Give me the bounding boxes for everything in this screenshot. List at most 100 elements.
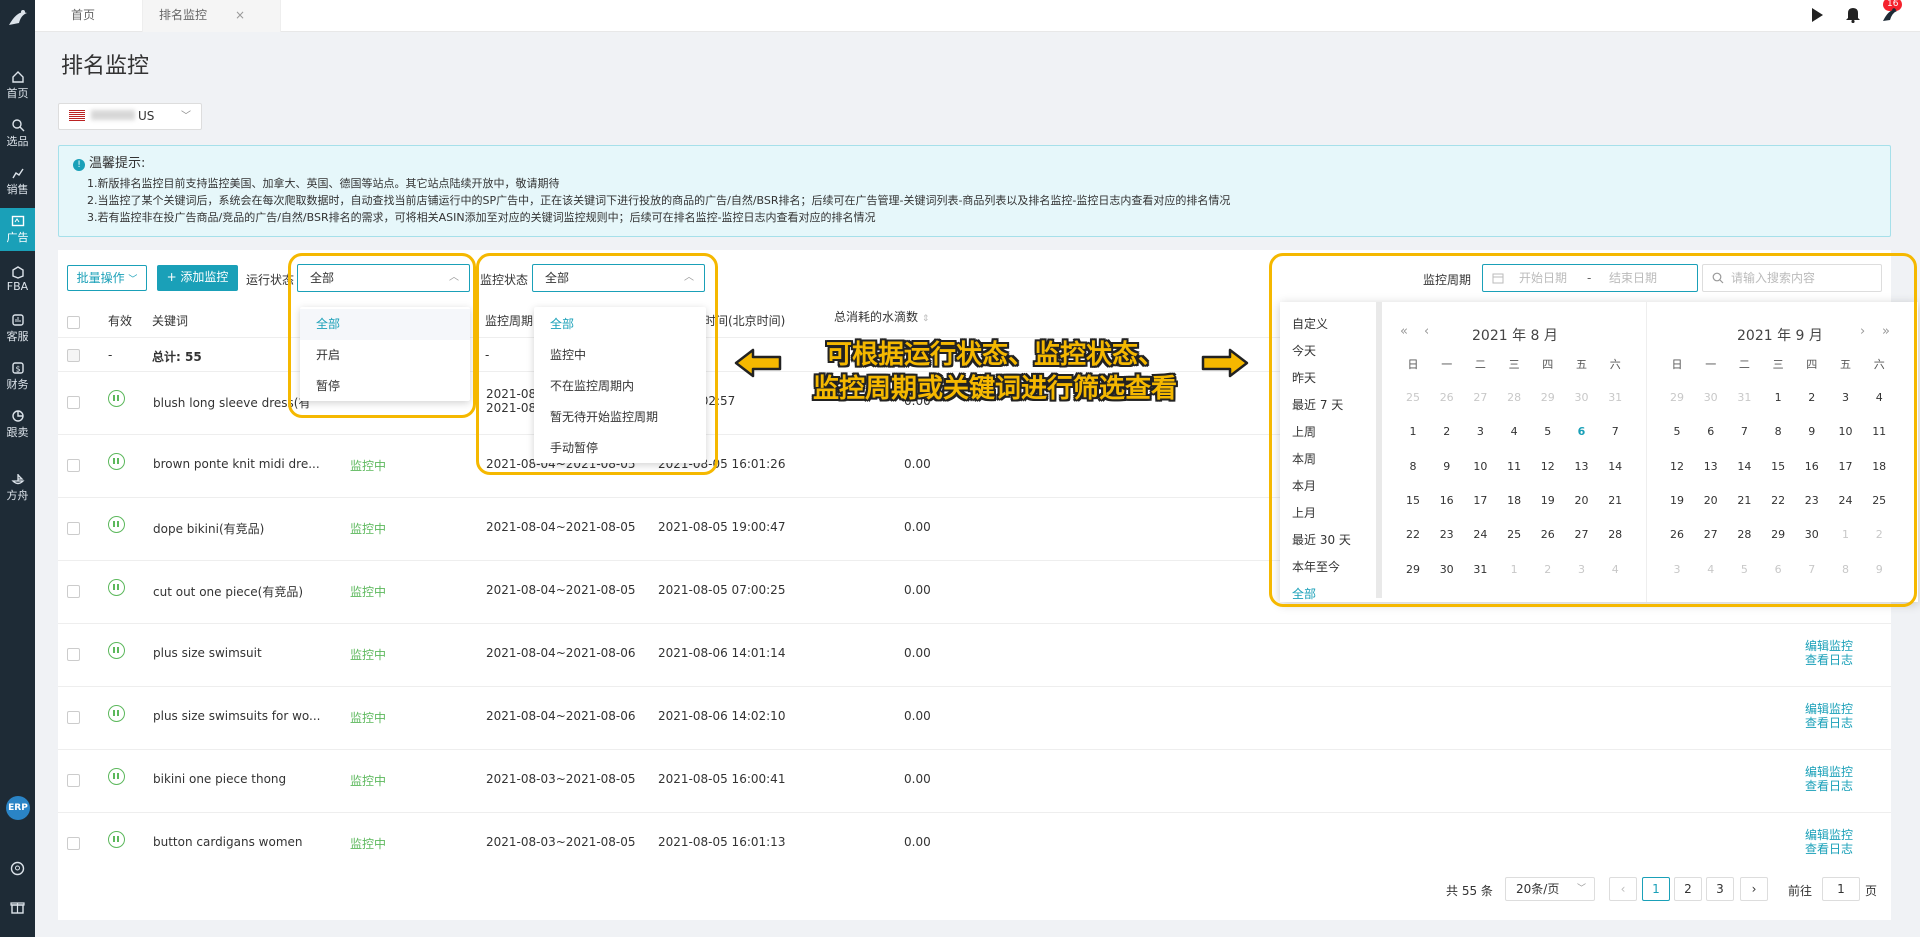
period-cell: 2021-08-04~2021-08-05: [486, 520, 636, 534]
page-button[interactable]: 2: [1674, 877, 1702, 901]
view-log-link[interactable]: 查看日志: [1805, 842, 1853, 856]
table-row: bikini one piece thong 监控中 2021-08-03~2021…: [58, 749, 1891, 812]
arrow-right-icon: [1201, 348, 1249, 378]
sidebar-item-service[interactable]: 客服: [0, 313, 35, 344]
cost-cell: 0.00: [904, 520, 931, 534]
keyword-cell[interactable]: blush long sleeve dress(有: [153, 394, 310, 411]
pause-icon[interactable]: [108, 831, 125, 848]
time-cell: 2021-08-05 16:00:41: [658, 772, 786, 786]
ark-icon: [10, 474, 25, 485]
page-title: 排名监控: [61, 54, 150, 79]
row-checkbox[interactable]: [67, 459, 80, 472]
row-checkbox: [67, 349, 80, 362]
row-checkbox[interactable]: [67, 837, 80, 850]
select-all-checkbox[interactable]: [67, 316, 80, 329]
sidebar-item-selection[interactable]: 选品: [0, 118, 35, 149]
highlight-period-search: [1269, 253, 1917, 607]
pause-icon[interactable]: [108, 516, 125, 533]
help-icon[interactable]: [10, 861, 25, 876]
row-checkbox[interactable]: [67, 396, 80, 409]
row-checkbox[interactable]: [67, 711, 80, 724]
svg-text:$: $: [15, 365, 20, 374]
site-label: US: [138, 109, 155, 123]
notice-panel: ! 温馨提示: 1.新版排名监控目前支持监控美国、加拿大、英国、德国等站点。其它站…: [58, 145, 1891, 237]
cost-cell: 0.00: [904, 583, 931, 597]
view-log-link[interactable]: 查看日志: [1805, 779, 1853, 793]
info-icon: !: [73, 159, 85, 171]
pause-icon[interactable]: [108, 705, 125, 722]
pause-icon[interactable]: [108, 579, 125, 596]
prev-page-button[interactable]: ‹: [1609, 877, 1637, 901]
sidebar-item-sales[interactable]: 销售: [0, 166, 35, 197]
tab-home[interactable]: 首页: [55, 0, 143, 32]
add-monitor-button[interactable]: + 添加监控: [157, 265, 238, 291]
cost-cell: 0.00: [904, 772, 931, 786]
gift-icon[interactable]: [10, 899, 25, 914]
sidebar-item-ark[interactable]: 方舟: [0, 472, 35, 503]
pause-icon[interactable]: [108, 390, 125, 407]
edit-monitor-link[interactable]: 编辑监控: [1805, 639, 1853, 653]
edit-monitor-link[interactable]: 编辑监控: [1805, 702, 1853, 716]
view-log-link[interactable]: 查看日志: [1805, 716, 1853, 730]
page-size-value: 20条/页: [1516, 882, 1560, 896]
edit-monitor-link[interactable]: 编辑监控: [1805, 828, 1853, 842]
keyword-cell[interactable]: brown ponte knit midi dre...: [153, 457, 320, 471]
site-select[interactable]: US ﹀: [58, 103, 202, 130]
row-checkbox[interactable]: [67, 585, 80, 598]
row-checkbox[interactable]: [67, 522, 80, 535]
tab-rank-monitor[interactable]: 排名监控 ×: [143, 0, 281, 32]
annotation-line: 可根据运行状态、监控状态、: [825, 340, 1164, 370]
annotation-text: 可根据运行状态、监控状态、 监控周期或关键词进行筛选查看: [800, 338, 1190, 406]
pause-icon[interactable]: [108, 768, 125, 785]
cost-cell: 0.00: [904, 709, 931, 723]
run-status-label: 运行状态: [246, 273, 295, 287]
col-cost[interactable]: 总消耗的水滴数 ⇕: [834, 308, 929, 325]
keyword-cell[interactable]: cut out one piece(有竞品): [153, 583, 303, 600]
sort-icon[interactable]: ⇕: [922, 314, 930, 324]
sidebar-item-fba[interactable]: FBA: [0, 265, 35, 293]
notice-title-text: 温馨提示:: [89, 156, 146, 171]
play-icon[interactable]: [1810, 7, 1824, 23]
sidebar-item-home[interactable]: 首页: [0, 70, 35, 101]
sidebar-item-follow[interactable]: 跟卖: [0, 409, 35, 440]
pause-icon[interactable]: [108, 642, 125, 659]
notice-line: 2.当监控了某个关键词后，系统会在每次爬取数据时，自动查找当前店铺运行中的SP广…: [87, 194, 1231, 207]
page-button[interactable]: 1: [1642, 877, 1670, 901]
sidebar-item-label: 广告: [6, 231, 29, 244]
goto-page-input[interactable]: 1: [1822, 877, 1860, 901]
next-page-button[interactable]: ›: [1740, 877, 1768, 901]
sidebar-item-label: 财务: [6, 378, 29, 391]
row-checkbox[interactable]: [67, 774, 80, 787]
keyword-cell[interactable]: dope bikini(有竞品): [153, 520, 264, 537]
batch-label: 批量操作: [76, 271, 125, 285]
close-icon[interactable]: ×: [235, 8, 245, 22]
cost-cell: 0.00: [904, 835, 931, 849]
time-cell: 2021-08-05 19:00:47: [658, 520, 786, 534]
sidebar-item-finance[interactable]: $ 财务: [0, 361, 35, 392]
keyword-cell[interactable]: button cardigans women: [153, 835, 303, 849]
time-cell: 2021-08-06 14:01:14: [658, 646, 786, 660]
period-cell: 2021-08-03~2021-08-05: [486, 772, 636, 786]
pause-icon[interactable]: [108, 453, 125, 470]
logo-icon[interactable]: [5, 5, 31, 31]
batch-button[interactable]: 批量操作 ﹀: [67, 265, 147, 291]
status-cell: 监控中: [350, 774, 387, 788]
edit-monitor-link[interactable]: 编辑监控: [1805, 765, 1853, 779]
page-size-select[interactable]: 20条/页 ﹀: [1505, 877, 1595, 901]
keyword-cell[interactable]: bikini one piece thong: [153, 772, 286, 786]
view-log-link[interactable]: 查看日志: [1805, 653, 1853, 667]
keyword-cell[interactable]: plus size swimsuits for wo...: [153, 709, 320, 723]
bell-icon[interactable]: [1845, 6, 1861, 23]
period-cell: 2021-08-03~2021-08-05: [486, 835, 636, 849]
notice-title: ! 温馨提示:: [73, 155, 1876, 172]
row-checkbox[interactable]: [67, 648, 80, 661]
arrow-left-icon: [734, 348, 782, 378]
notice-line: 3.若有监控非在投广告商品/竞品的广告/自然/BSR排名的需求，可将相关ASIN…: [87, 211, 876, 224]
erp-badge[interactable]: ERP: [6, 796, 30, 820]
keyword-cell[interactable]: plus size swimsuit: [153, 646, 262, 660]
sidebar-item-ads[interactable]: 广告: [0, 208, 35, 251]
avatar-icon[interactable]: [1880, 5, 1900, 25]
summary-dash: -: [108, 348, 113, 362]
page-button[interactable]: 3: [1706, 877, 1734, 901]
table-row: plus size swimsuits for wo... 监控中 2021-08-…: [58, 686, 1891, 749]
